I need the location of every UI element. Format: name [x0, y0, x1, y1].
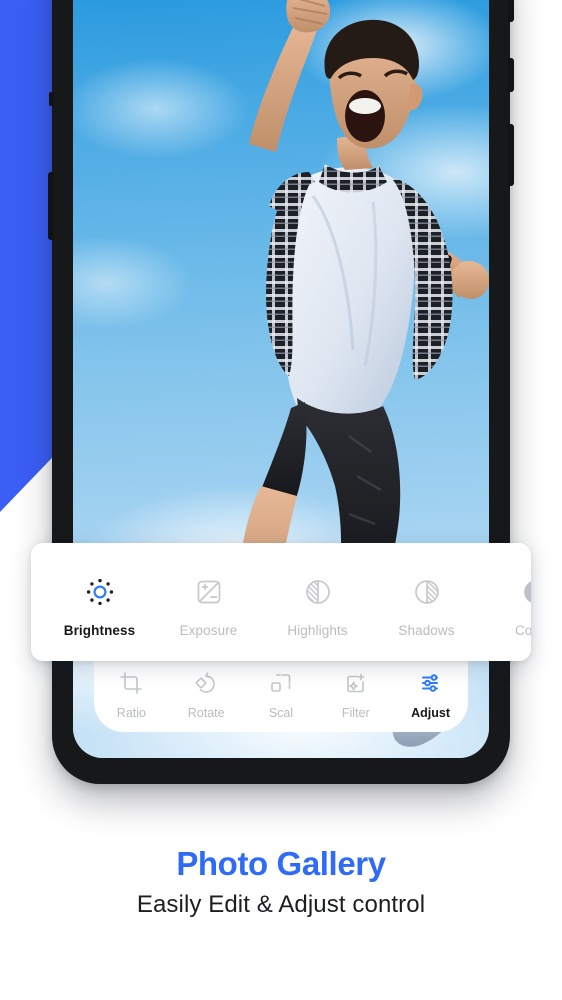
adjust-label: Highlights [287, 623, 348, 638]
scale-icon [269, 668, 293, 698]
brightness-icon [85, 572, 115, 612]
nav-label: Rotate [187, 706, 225, 720]
nav-label: Scal [268, 706, 294, 720]
caption-block: Photo Gallery Easily Edit & Adjust contr… [0, 845, 562, 919]
contrast-icon [522, 572, 531, 612]
adjust-item-exposure[interactable]: Exposure [154, 543, 263, 661]
phone-power-button [508, 124, 514, 186]
nav-item-ratio[interactable]: Ratio [94, 668, 169, 720]
nav-item-filter[interactable]: Filter [318, 668, 393, 720]
filter-icon [344, 668, 368, 698]
crop-ratio-icon [119, 668, 143, 698]
adjust-label: Exposure [179, 623, 238, 638]
highlights-icon [304, 572, 332, 612]
adjust-icon [419, 668, 443, 698]
nav-item-rotate[interactable]: Rotate [169, 668, 244, 720]
phone-side-button-right-mid [508, 58, 514, 92]
adjust-item-highlights[interactable]: Highlights [263, 543, 372, 661]
rotate-icon [194, 668, 218, 698]
phone-side-button-left-top [49, 92, 54, 106]
page-title: Photo Gallery [176, 845, 386, 882]
adjust-item-brightness[interactable]: Brightness [45, 543, 154, 661]
adjust-item-contrast[interactable]: Contra [481, 543, 531, 661]
shadows-icon [413, 572, 441, 612]
nav-label: Ratio [116, 706, 146, 720]
editor-bottom-nav[interactable]: Ratio Rotate Scal Filter Adjust [94, 656, 468, 732]
nav-label: Filter [341, 706, 370, 720]
exposure-icon [195, 572, 223, 612]
nav-item-adjust[interactable]: Adjust [393, 668, 468, 720]
adjust-label: Contra [514, 623, 531, 638]
adjust-label: Brightness [63, 623, 136, 638]
nav-item-scale[interactable]: Scal [244, 668, 319, 720]
adjustments-panel[interactable]: Brightness Exposure Highlights Shadows C… [31, 543, 531, 661]
phone-mockup: Ratio Rotate Scal Filter Adjust [48, 0, 514, 784]
adjustments-scroll-strip[interactable]: Brightness Exposure Highlights Shadows C… [31, 543, 531, 661]
phone-volume-button [48, 172, 54, 240]
nav-label: Adjust [411, 706, 451, 720]
page-subtitle: Easily Edit & Adjust control [136, 891, 426, 918]
adjust-item-shadows[interactable]: Shadows [372, 543, 481, 661]
adjust-label: Shadows [398, 623, 455, 638]
phone-side-button-right-top [508, 0, 514, 22]
